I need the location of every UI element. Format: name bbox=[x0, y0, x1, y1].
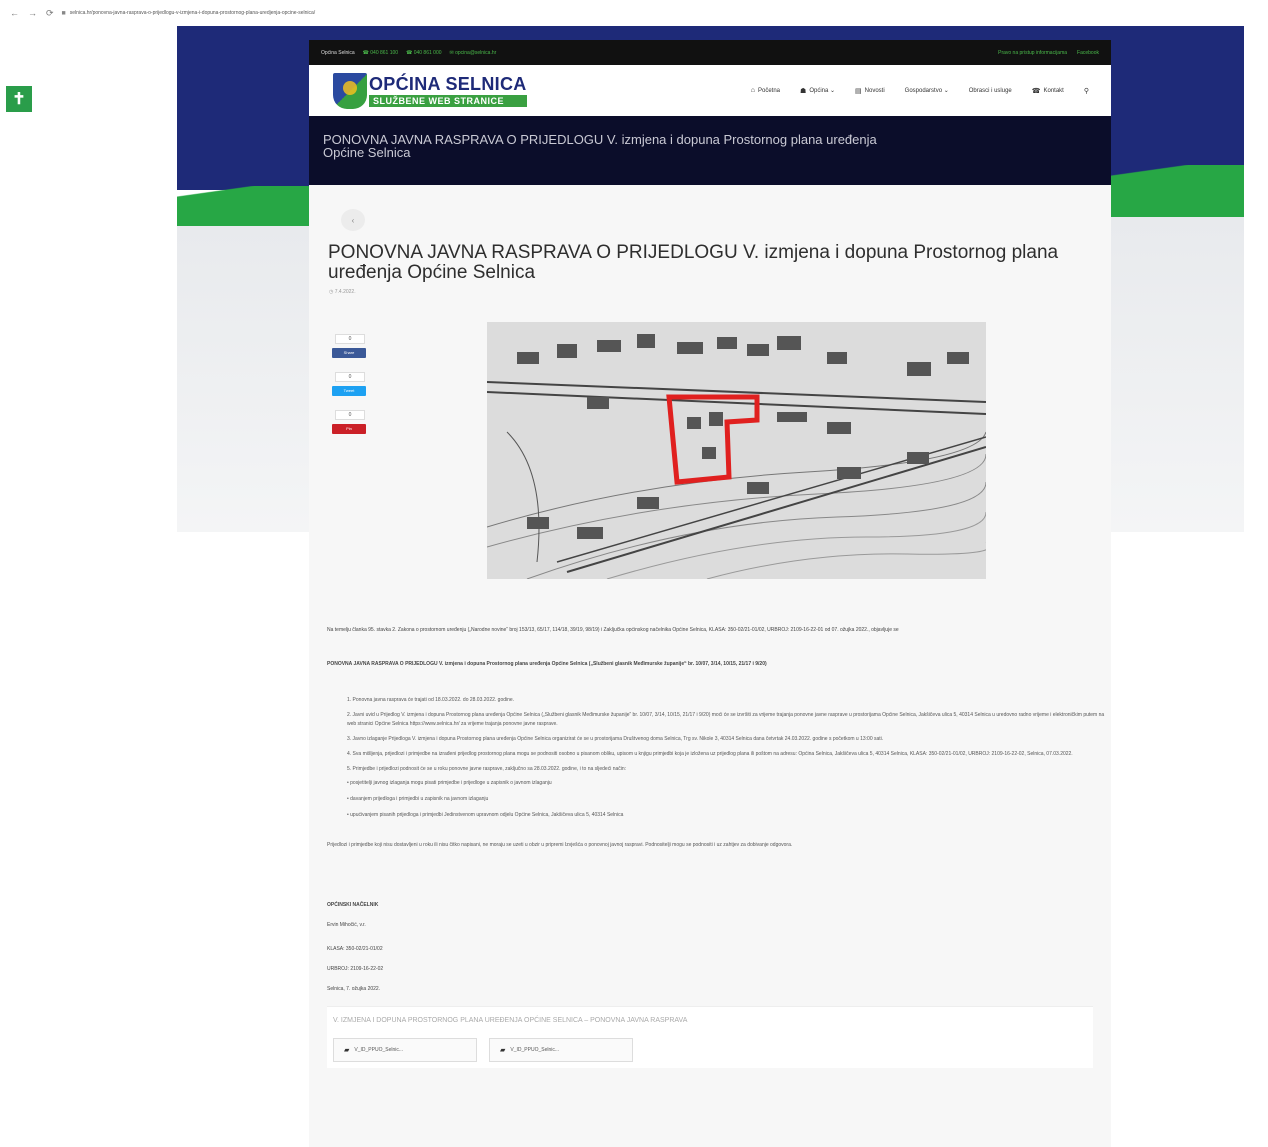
page-title-band: PONOVNA JAVNA RASPRAVA O PRIJEDLOGU V. i… bbox=[309, 116, 1111, 185]
page-title: PONOVNA JAVNA RASPRAVA O PRIJEDLOGU V. i… bbox=[323, 132, 877, 160]
lock-icon: ■ bbox=[61, 9, 66, 17]
browser-nav: ← → ⟳ bbox=[10, 8, 54, 19]
share-buttons: 0 Share 0 Tweet 0 Pin bbox=[332, 334, 368, 448]
list-item: • davanjem prijedloga i primjedbi u zapi… bbox=[347, 796, 489, 802]
nav-label: Kontakt bbox=[1043, 87, 1064, 94]
article-title: PONOVNA JAVNA RASPRAVA O PRIJEDLOGU V. i… bbox=[328, 242, 1059, 283]
list-item: • posjetitelji javnog izlaganja mogu pis… bbox=[347, 780, 552, 786]
pinterest-share-count: 0 bbox=[335, 410, 365, 420]
pinterest-share-button[interactable]: Pin bbox=[332, 424, 366, 434]
back-button[interactable]: ‹ bbox=[341, 209, 365, 231]
topbar-org-name: Općina Selnica bbox=[321, 49, 355, 56]
topbar-link-info[interactable]: Pravo na pristup informacijama bbox=[998, 50, 1067, 56]
list-item: • upućivanjem pisanih prijedloga i primj… bbox=[347, 812, 624, 818]
announcement-heading: PONOVNA JAVNA RASPRAVA O PRIJEDLOGU V. i… bbox=[327, 661, 767, 667]
post-media: 0 Share 0 Tweet 0 Pin bbox=[327, 295, 1093, 625]
news-icon: ▤ bbox=[855, 87, 862, 95]
nav-item-opcina[interactable]: ☗ Općina ⌄ bbox=[800, 87, 835, 95]
download-file-1[interactable]: ▰ V_ID_PPUO_Selnic... bbox=[333, 1038, 477, 1062]
facebook-share-count: 0 bbox=[335, 334, 365, 344]
signature-block: OPĆINSKI NAČELNIK Ervin Mihočić, v.r. KL… bbox=[327, 902, 1093, 992]
list-item: 2. Javni uvid u Prijedlog V. izmjena i d… bbox=[347, 712, 1105, 727]
facebook-share-button[interactable]: Share bbox=[332, 348, 366, 358]
coat-of-arms-icon bbox=[333, 72, 367, 109]
downloads-section: V. IZMJENA I DOPUNA PROSTORNOG PLANA URE… bbox=[327, 1006, 1093, 1068]
nav-label: Obrasci i usluge bbox=[968, 87, 1012, 94]
klasa: KLASA: 350-02/21-01/02 bbox=[327, 946, 383, 952]
address-bar[interactable]: ■ selnica.hr/ponovna-javna-rasprava-o-pr… bbox=[62, 10, 316, 17]
nav-item-economy[interactable]: Gospodarstvo ⌄ bbox=[905, 87, 949, 94]
urbroj: URBROJ: 2109-16-22-02 bbox=[327, 966, 384, 972]
article-content: ‹ PONOVNA JAVNA RASPRAVA O PRIJEDLOGU V.… bbox=[309, 185, 1111, 1068]
folder-icon: ▰ bbox=[344, 1047, 350, 1054]
signer-name: Ervin Mihočić, v.r. bbox=[327, 922, 366, 928]
file-name: V_ID_PPUO_Selnic... bbox=[354, 1047, 404, 1053]
folder-icon: ▰ bbox=[500, 1047, 506, 1054]
download-file-2[interactable]: ▰ V_ID_PPUO_Selnic... bbox=[489, 1038, 633, 1062]
nav-label: Novosti bbox=[864, 87, 885, 94]
logo-title: OPĆINA SELNICA bbox=[369, 73, 527, 94]
browser-toolbar: ← → ⟳ ■ selnica.hr/ponovna-javna-rasprav… bbox=[0, 0, 1268, 26]
back-arrow-icon[interactable]: ← bbox=[10, 8, 19, 19]
topbar-phone-1[interactable]: ☎ 040 861 100 bbox=[363, 50, 398, 56]
nav-item-news[interactable]: ▤ Novosti bbox=[855, 87, 885, 95]
downloads-title: V. IZMJENA I DOPUNA PROSTORNOG PLANA URE… bbox=[333, 1017, 688, 1024]
closing-paragraph: Prijedlozi i primjedbe koji nisu dostavl… bbox=[327, 842, 793, 848]
twitter-share-count: 0 bbox=[335, 372, 365, 382]
list-item: 3. Javno izlaganje Prijedloga V. izmjena… bbox=[347, 736, 884, 742]
background-green-stripe-left bbox=[177, 186, 309, 226]
search-icon: ⚲ bbox=[1083, 87, 1089, 95]
cadastral-map-image bbox=[487, 322, 986, 579]
list-item: 4. Sva mišljenja, prijedlozi i primjedbe… bbox=[347, 751, 1073, 757]
page-container: Općina Selnica ☎ 040 861 100 ☎ 040 861 0… bbox=[309, 40, 1111, 1147]
signer-role: OPĆINSKI NAČELNIK bbox=[327, 902, 379, 908]
top-contact-bar: Općina Selnica ☎ 040 861 100 ☎ 040 861 0… bbox=[309, 40, 1111, 65]
background-grey-right bbox=[1111, 217, 1244, 532]
site-logo[interactable]: OPĆINA SELNICA SLUŽBENE WEB STRANICE bbox=[333, 72, 527, 109]
phone-icon: ☎ bbox=[1031, 87, 1041, 95]
accessibility-icon[interactable]: ✝ bbox=[6, 86, 32, 112]
list-item: 1. Ponovna javna rasprava će trajati od … bbox=[347, 697, 515, 703]
nav-search[interactable]: ⚲ bbox=[1084, 87, 1089, 95]
nav-item-forms[interactable]: Obrasci i usluge bbox=[969, 88, 1012, 94]
site-header: OPĆINA SELNICA SLUŽBENE WEB STRANICE ⌂ P… bbox=[309, 65, 1111, 116]
list-item: 5. Primjedbe i prijedlozi podnosit će se… bbox=[347, 766, 627, 772]
reload-icon[interactable]: ⟳ bbox=[46, 8, 54, 19]
file-name: V_ID_PPUO_Selnic... bbox=[510, 1047, 560, 1053]
url-text: selnica.hr/ponovna-javna-rasprava-o-prij… bbox=[69, 10, 316, 16]
twitter-share-button[interactable]: Tweet bbox=[332, 386, 366, 396]
building-icon: ☗ bbox=[800, 87, 807, 95]
home-icon: ⌂ bbox=[750, 87, 755, 94]
nav-label: Općina ⌄ bbox=[809, 88, 836, 94]
place-date: Selnica, 7. ožujka 2022. bbox=[327, 986, 381, 992]
intro-paragraph: Na temelju članka 95. stavka 2. Zakona o… bbox=[327, 627, 899, 633]
background-green-stripe-right bbox=[1111, 165, 1244, 217]
procedure-list: 1. Ponovna javna rasprava će trajati od … bbox=[347, 696, 1104, 774]
topbar-link-facebook[interactable]: Facebook bbox=[1077, 50, 1099, 56]
background-grey-left bbox=[177, 226, 309, 532]
forward-arrow-icon[interactable]: → bbox=[28, 8, 37, 19]
nav-item-home[interactable]: ⌂ Početna bbox=[751, 87, 780, 94]
logo-subtitle: SLUŽBENE WEB STRANICE bbox=[369, 94, 527, 107]
nav-label: Početna bbox=[758, 87, 781, 94]
nav-item-contact[interactable]: ☎ Kontakt bbox=[1032, 87, 1064, 95]
topbar-email[interactable]: ✉ opcina@selnica.hr bbox=[450, 50, 497, 56]
nav-label: Gospodarstvo ⌄ bbox=[904, 88, 949, 94]
submission-methods-list: • posjetitelji javnog izlaganja mogu pis… bbox=[347, 780, 1093, 818]
topbar-phone-2[interactable]: ☎ 040 861 000 bbox=[406, 50, 441, 56]
main-nav: ⌂ Početna ☗ Općina ⌄ ▤ Novosti Gospodars… bbox=[751, 87, 1089, 95]
chevron-left-icon: ‹ bbox=[351, 215, 355, 225]
